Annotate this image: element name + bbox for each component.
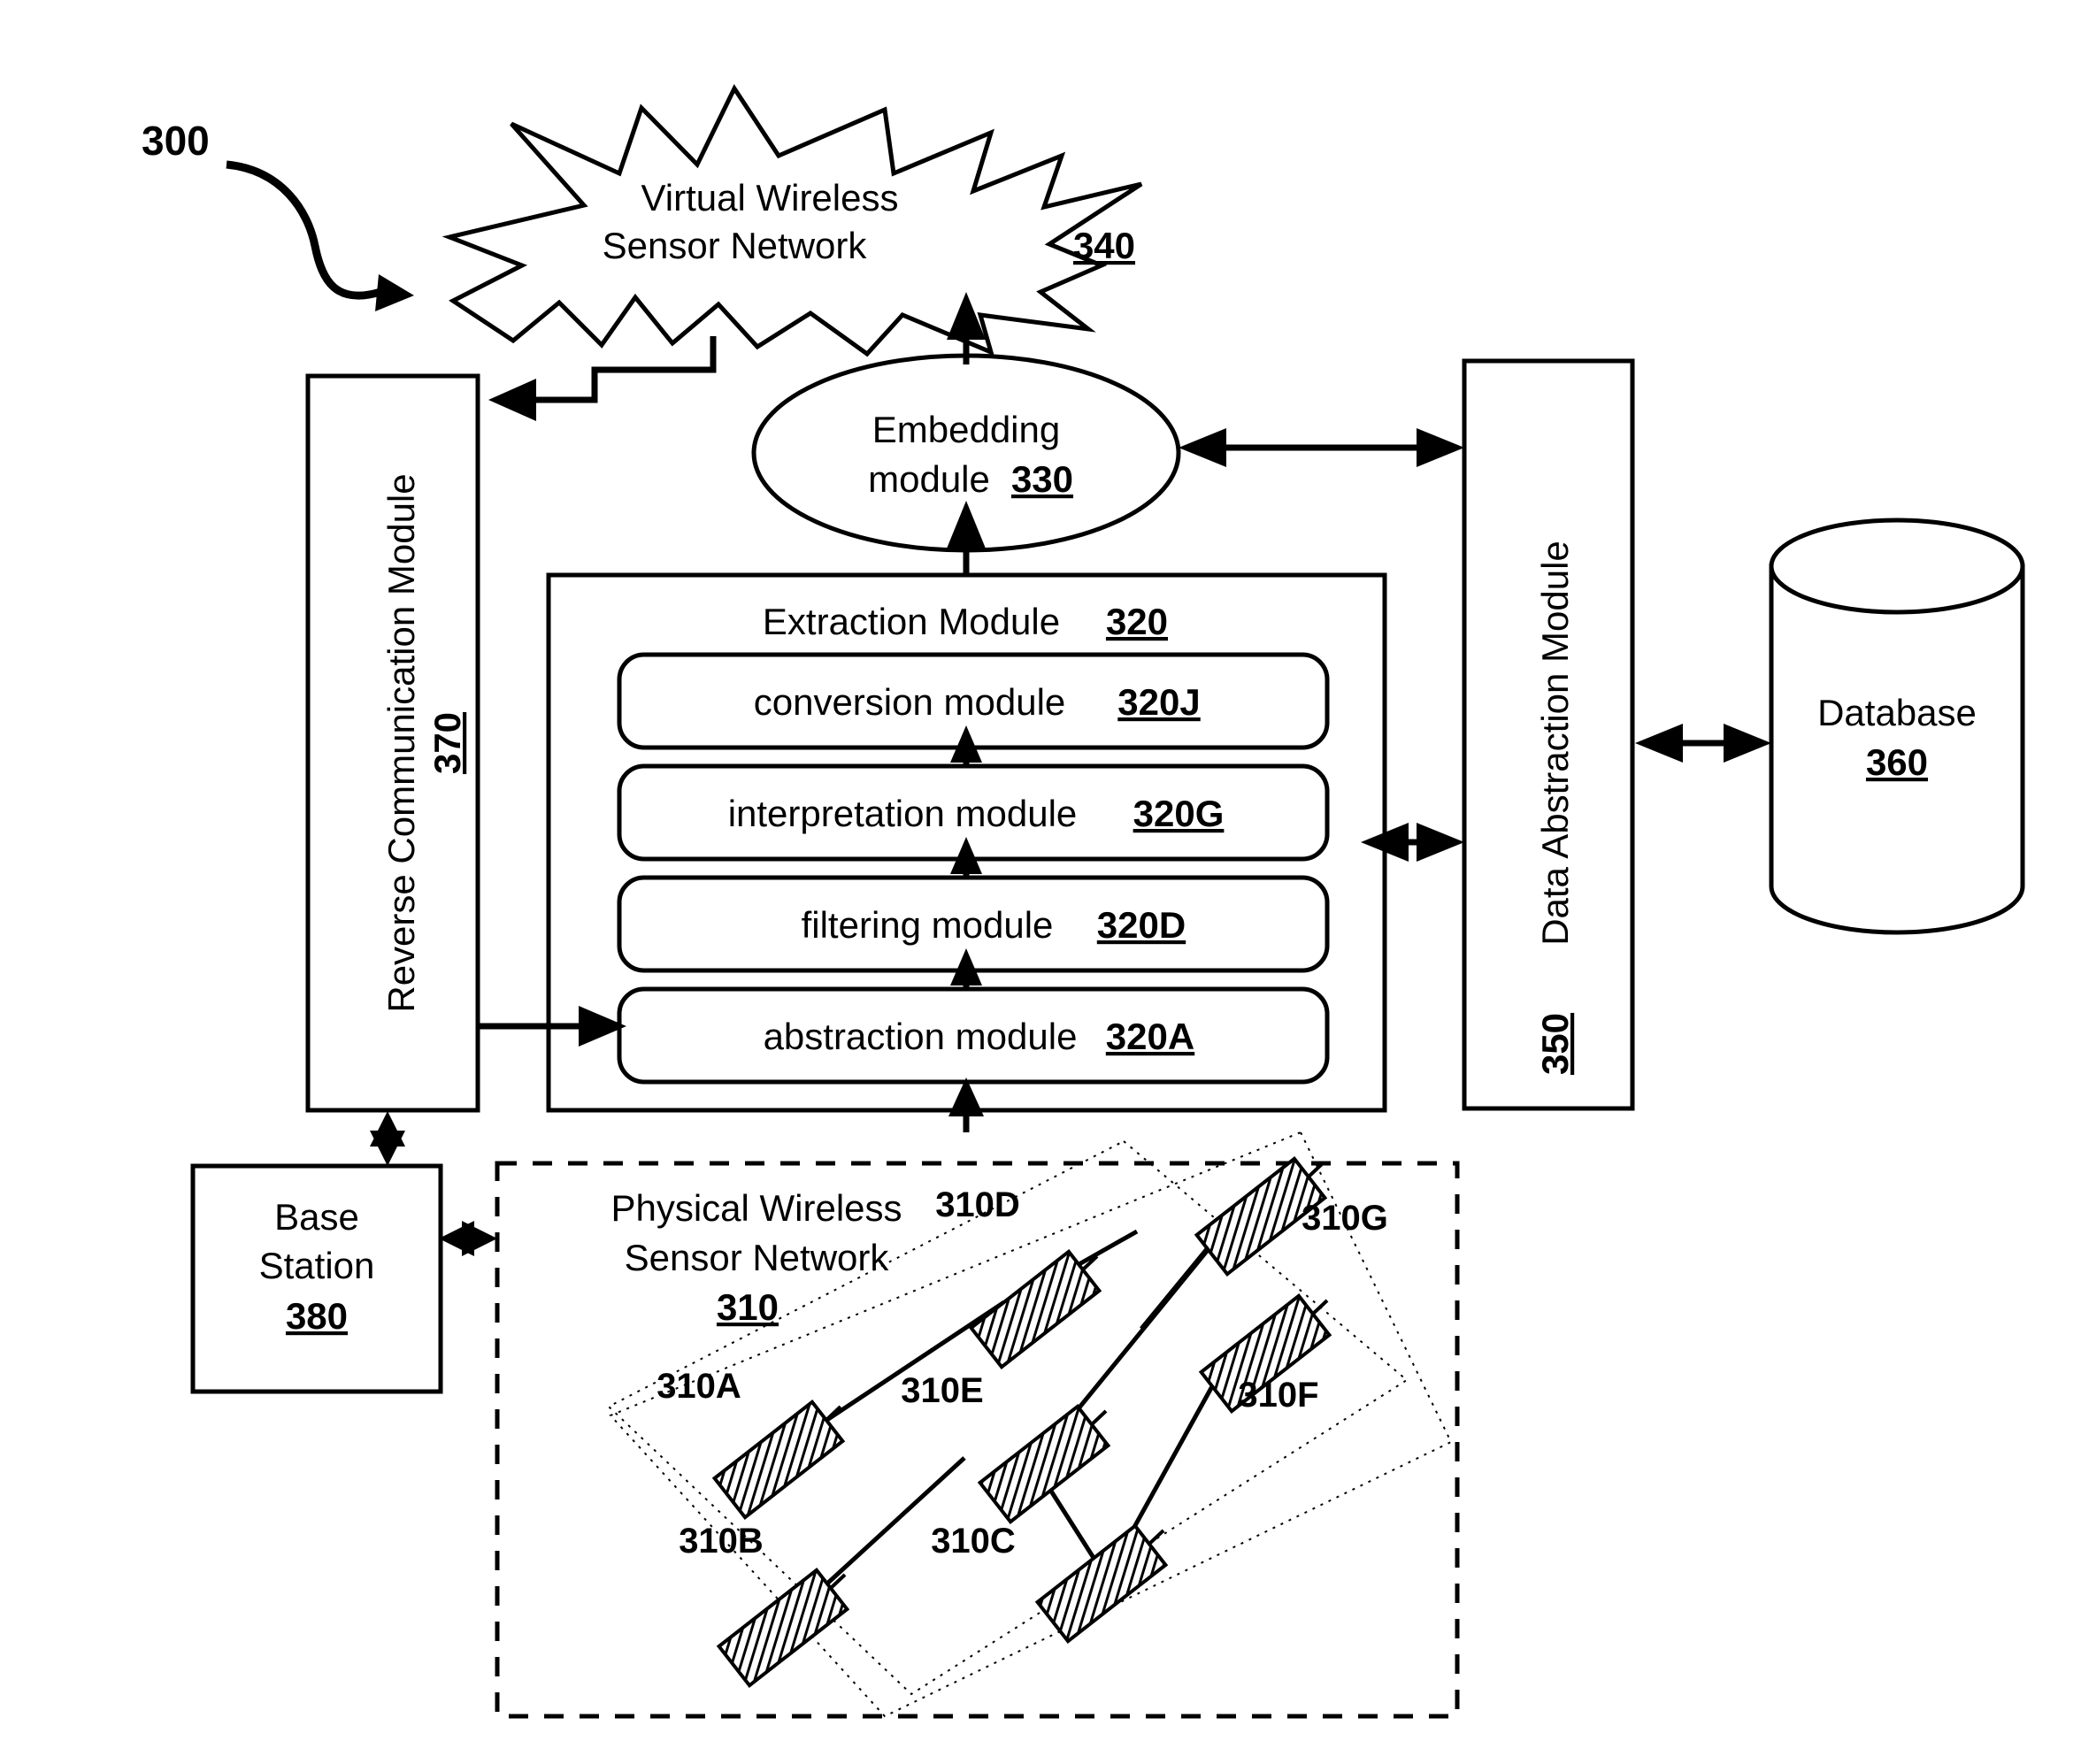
embedding-to-data-abstraction-arrow [1179, 428, 1464, 467]
embedding-module-line1: Embedding [872, 409, 1060, 450]
sensor-node-310a-body[interactable] [711, 1400, 846, 1520]
sensor-node-310e-antenna [1089, 1409, 1108, 1427]
burst-to-reverse-comm-line [531, 336, 717, 403]
data-abstraction-module-label: Data Abstraction Module [1534, 541, 1576, 946]
interpretation-module[interactable]: interpretation module 320G [617, 763, 1330, 862]
sensor-node-310e-label: 310E [901, 1371, 983, 1410]
sensor-node-310d-label: 310D [935, 1185, 1020, 1224]
reverse-communication-module-ref: 370 [426, 712, 468, 774]
sensor-node-310b[interactable]: 310B [679, 1522, 850, 1688]
conversion-module-ref: 320J [1117, 681, 1200, 723]
embedding-arrowhead-right [1417, 428, 1464, 467]
embedding-module-ref: 330 [1011, 458, 1073, 500]
patent-figure-300: 300 Virtual Wireless Sensor Network 340 … [0, 0, 2081, 1764]
filtering-module-label: filtering module [802, 904, 1054, 946]
reverse-comm-base-arrowhead-down [370, 1131, 405, 1166]
reverse-communication-module-label: Reverse Communication Module [380, 473, 422, 1012]
virtual-network-line2: Sensor Network [603, 225, 868, 266]
burst-to-reverse-comm-connector [488, 336, 717, 421]
base-station-line2: Station [259, 1245, 375, 1286]
interpretation-module-label: interpretation module [728, 793, 1078, 834]
data-abstraction-to-database-arrow [1635, 724, 1771, 763]
sensor-node-310a[interactable]: 310A [657, 1367, 846, 1520]
database-arrowhead-left [1635, 724, 1683, 763]
data-abstraction-module-ref: 350 [1534, 1013, 1576, 1075]
abstraction-module-label: abstraction module [764, 1016, 1078, 1057]
database-cylinder[interactable]: Database 360 [1769, 518, 2025, 935]
diagram-canvas: 300 Virtual Wireless Sensor Network 340 … [142, 83, 2025, 1719]
embedding-module-line2: module [868, 458, 990, 500]
figure-number-label: 300 [142, 118, 210, 164]
virtual-wireless-sensor-network-burst: Virtual Wireless Sensor Network 340 [442, 83, 1143, 357]
sensor-node-310f[interactable]: 310F [1198, 1293, 1332, 1415]
burst-outline [442, 83, 1143, 357]
sensor-node-310e-body[interactable] [977, 1404, 1111, 1524]
figure-pointer-line [226, 160, 382, 300]
base-station-line1: Base [274, 1196, 359, 1238]
extraction-da-arrowhead-right [1417, 823, 1464, 862]
reverse-communication-module[interactable]: Reverse Communication Module 370 [305, 373, 480, 1113]
physical-network-line2: Sensor Network [625, 1237, 890, 1278]
sensor-node-310c-label: 310C [931, 1522, 1016, 1561]
sensor-node-310c-body[interactable] [1034, 1523, 1169, 1644]
sensor-node-310b-label: 310B [679, 1522, 764, 1561]
physical-network-line1: Physical Wireless [610, 1187, 902, 1229]
reverse-comm-to-base-station-arrow [370, 1111, 405, 1166]
physical-wireless-sensor-network[interactable]: Physical Wireless Sensor Network 310 310… [495, 1131, 1460, 1719]
virtual-network-ref: 340 [1073, 225, 1135, 266]
embedding-to-burst-arrow [947, 292, 986, 364]
burst-to-reverse-comm-arrowhead [488, 379, 536, 421]
abstraction-module[interactable]: abstraction module 320A [617, 986, 1330, 1085]
physical-network-ref: 310 [717, 1286, 779, 1328]
extraction-module-label: Extraction Module [763, 601, 1060, 642]
filtering-module-ref: 320D [1097, 904, 1186, 946]
sensor-node-310c[interactable]: 310C [931, 1522, 1169, 1644]
database-ref: 360 [1866, 741, 1928, 783]
base-station-ref: 380 [286, 1295, 348, 1337]
base-station-to-physical-arrow [439, 1221, 497, 1256]
embedding-arrowhead-left [1179, 428, 1226, 467]
database-arrowhead-right [1724, 724, 1771, 763]
sensor-node-310e[interactable]: 310E [901, 1371, 1111, 1524]
abstraction-module-ref: 320A [1106, 1016, 1194, 1057]
figure-pointer-arrowhead [375, 274, 414, 311]
figure-number-group: 300 [142, 118, 414, 311]
sensor-node-310d[interactable]: 310D [935, 1185, 1102, 1369]
sensor-node-310b-body[interactable] [716, 1568, 850, 1688]
sensor-node-310g[interactable]: 310G [1194, 1156, 1388, 1277]
database-top-ellipse [1769, 518, 2025, 615]
sensor-node-310c-antenna [1147, 1529, 1165, 1546]
database-label: Database [1817, 692, 1977, 733]
base-station-physical-arrowhead-right [462, 1221, 497, 1256]
data-abstraction-module[interactable]: Data Abstraction Module 350 [1462, 358, 1635, 1111]
sensor-node-310f-label: 310F [1238, 1376, 1318, 1415]
filtering-module[interactable]: filtering module 320D [617, 875, 1330, 973]
sensor-node-310a-label: 310A [657, 1367, 741, 1406]
base-station[interactable]: Base Station 380 [190, 1163, 443, 1394]
extraction-module-ref: 320 [1106, 601, 1168, 642]
interpretation-module-ref: 320G [1133, 793, 1225, 834]
virtual-network-line1: Virtual Wireless [641, 177, 899, 219]
sensor-node-310g-label: 310G [1302, 1199, 1388, 1238]
conversion-module-label: conversion module [754, 681, 1066, 723]
conversion-module[interactable]: conversion module 320J [617, 652, 1330, 750]
